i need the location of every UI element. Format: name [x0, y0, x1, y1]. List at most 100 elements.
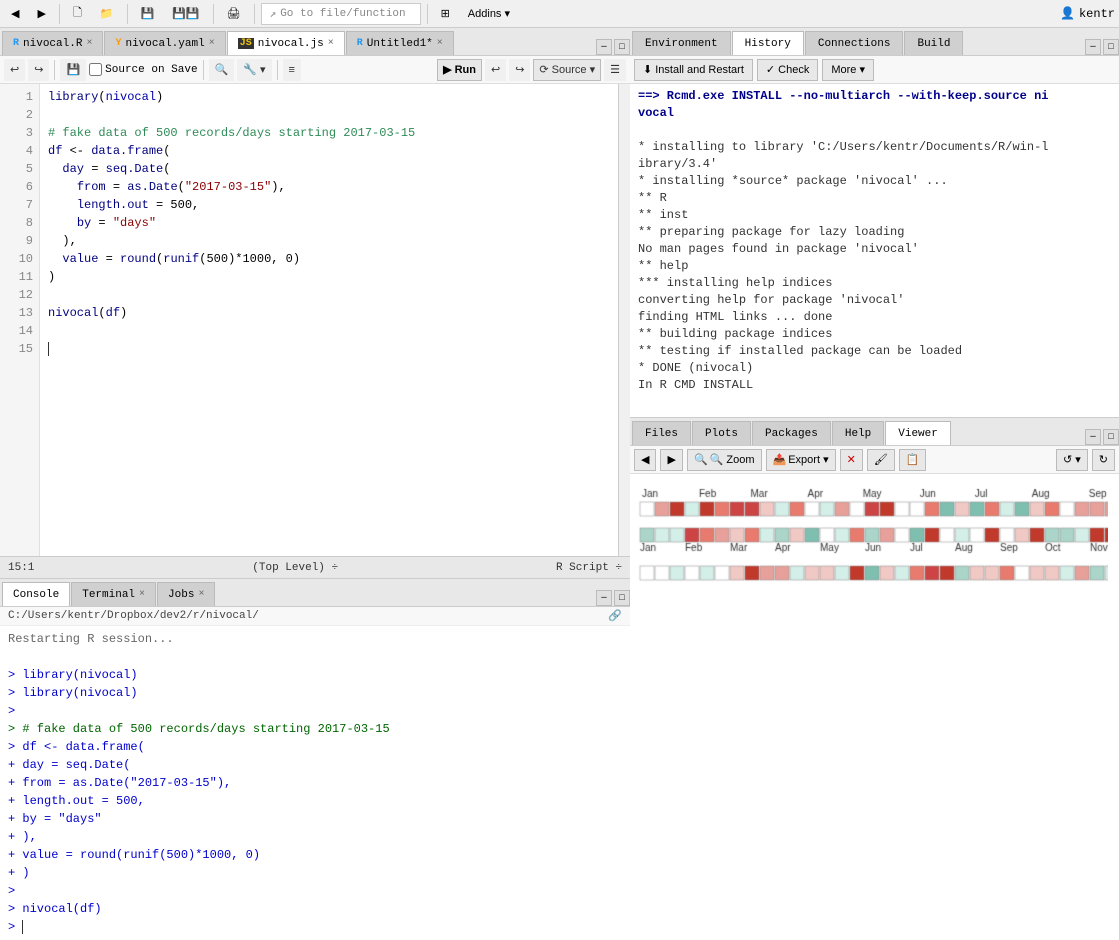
redo-btn[interactable]: ↪: [28, 59, 49, 81]
tab-files[interactable]: Files: [632, 421, 691, 445]
js-icon: JS: [238, 38, 254, 49]
tab-nivocal-js[interactable]: JS nivocal.js ×: [227, 31, 345, 55]
tab-untitled[interactable]: R Untitled1* ×: [346, 31, 454, 55]
tab-nivocal-yaml[interactable]: Y nivocal.yaml ×: [104, 31, 225, 55]
minimize-editor-btn[interactable]: ─: [596, 39, 612, 55]
console-line-6: + day = seq.Date(: [8, 756, 622, 774]
scope-indicator[interactable]: (Top Level) ÷: [252, 562, 338, 574]
maximize-viewer-btn[interactable]: □: [1103, 429, 1119, 445]
tab-connections[interactable]: Connections: [805, 31, 904, 55]
go-to-file-input[interactable]: ↗ Go to file/function: [261, 3, 421, 25]
file-type-indicator[interactable]: R Script ÷: [556, 562, 622, 574]
console-line-7: + from = as.Date("2017-03-15"),: [8, 774, 622, 792]
line-num-4: 4: [0, 142, 33, 160]
print-btn[interactable]: 🖨: [220, 3, 248, 25]
source-on-save-checkbox[interactable]: [89, 63, 102, 76]
tab-nivocal-r[interactable]: R nivocal.R ×: [2, 31, 103, 55]
copy-path-icon[interactable]: 🔗: [608, 609, 622, 623]
close-tab-btn[interactable]: ×: [328, 38, 334, 49]
install-cmd-line: ==> Rcmd.exe INSTALL --no-multiarch --wi…: [638, 88, 1111, 105]
close-terminal-btn[interactable]: ×: [139, 589, 145, 600]
save-editor-btn[interactable]: 💾: [60, 59, 86, 81]
user-icon: 👤: [1060, 6, 1075, 21]
install-line-9: *** installing help indices: [638, 275, 1111, 292]
files-tab-label: Files: [645, 428, 678, 440]
help-tab-label: Help: [845, 428, 871, 440]
scrollbar-v[interactable]: [618, 84, 630, 556]
export-btn[interactable]: 📤 Export ▾: [766, 449, 836, 471]
line-num-3: 3: [0, 124, 33, 142]
more-label: More ▾: [831, 63, 865, 76]
options-btn[interactable]: ☰: [604, 59, 626, 81]
back-viewer-btn[interactable]: ◀: [634, 449, 656, 471]
console-tab-bar: Console Terminal × Jobs × ─ □: [0, 579, 630, 607]
separator-1: [59, 4, 60, 24]
check-btn[interactable]: ✓ Check: [757, 59, 818, 81]
tab-label: nivocal.js: [258, 38, 324, 50]
new-file-btn[interactable]: 🗋: [66, 3, 89, 25]
forward-viewer-btn[interactable]: ▶: [660, 449, 682, 471]
sep: [203, 60, 204, 80]
clear-viewer-btn[interactable]: ✕: [840, 449, 863, 471]
install-line-13: ** testing if installed package can be l…: [638, 343, 1111, 360]
separator-2: [127, 4, 128, 24]
back-btn[interactable]: ◀: [4, 3, 26, 25]
copy-viewer-btn[interactable]: 📋: [899, 449, 927, 471]
check-label: ✓ Check: [766, 63, 809, 76]
addins-btn[interactable]: Addins ▾: [461, 3, 517, 25]
minimize-console-btn[interactable]: ─: [596, 590, 612, 606]
source-on-save-label[interactable]: Source on Save: [89, 63, 197, 76]
line-numbers: 1 2 3 4 5 6 7 8 9 10 11 12 13 14: [0, 84, 40, 556]
minimize-right-top-btn[interactable]: ─: [1085, 39, 1101, 55]
tab-console[interactable]: Console: [2, 582, 70, 606]
install-line-15: In R CMD INSTALL: [638, 377, 1111, 394]
refresh-btn[interactable]: ↺ ▾: [1056, 449, 1088, 471]
maximize-right-top-btn[interactable]: □: [1103, 39, 1119, 55]
more-btn[interactable]: More ▾: [822, 59, 874, 81]
layout-btn[interactable]: ⊞: [434, 3, 457, 25]
tab-history[interactable]: History: [732, 31, 804, 55]
minimize-viewer-btn[interactable]: ─: [1085, 429, 1101, 445]
tools-btn[interactable]: 🔧 ▾: [237, 59, 271, 81]
close-jobs-btn[interactable]: ×: [198, 589, 204, 600]
tab-terminal[interactable]: Terminal ×: [71, 582, 156, 606]
maximize-console-btn[interactable]: □: [614, 590, 630, 606]
tab-jobs[interactable]: Jobs ×: [157, 582, 215, 606]
r-icon: R: [357, 38, 363, 49]
code-content[interactable]: library(nivocal) # fake data of 500 reco…: [40, 84, 630, 556]
tab-build[interactable]: Build: [904, 31, 963, 55]
tab-plots[interactable]: Plots: [692, 421, 751, 445]
save-btn[interactable]: 💾: [134, 3, 162, 25]
left-half: R nivocal.R × Y nivocal.yaml × JS nivoca…: [0, 28, 630, 940]
zoom-btn[interactable]: 🔍 🔍 Zoom: [687, 449, 762, 471]
save-all-btn[interactable]: 💾💾: [165, 3, 206, 25]
tab-environment[interactable]: Environment: [632, 31, 731, 55]
maximize-editor-btn[interactable]: □: [614, 39, 630, 55]
code-editor[interactable]: 1 2 3 4 5 6 7 8 9 10 11 12 13 14: [0, 84, 630, 556]
status-bar: 15:1 (Top Level) ÷ R Script ÷: [0, 556, 630, 578]
close-tab-btn[interactable]: ×: [437, 38, 443, 49]
brush-btn[interactable]: 🖌: [867, 449, 895, 471]
lines-btn[interactable]: ≡: [283, 59, 301, 81]
close-tab-btn[interactable]: ×: [209, 38, 215, 49]
source-btn[interactable]: ⟳ Source ▾: [533, 59, 601, 81]
tab-packages[interactable]: Packages: [752, 421, 831, 445]
install-restart-btn[interactable]: ⬇ Install and Restart: [634, 59, 753, 81]
nav-fwd-btn[interactable]: ↪: [509, 59, 530, 81]
console-output-area[interactable]: Restarting R session... > library(nivoca…: [0, 626, 630, 940]
search-btn[interactable]: 🔍: [209, 59, 235, 81]
reload-btn[interactable]: ↻: [1092, 449, 1115, 471]
tab-viewer[interactable]: Viewer: [885, 421, 951, 445]
heatmap-canvas: [638, 482, 1108, 782]
undo-btn[interactable]: ↩: [4, 59, 25, 81]
forward-btn[interactable]: ▶: [30, 3, 52, 25]
open-file-btn[interactable]: 📁: [93, 3, 121, 25]
line-num-8: 8: [0, 214, 33, 232]
close-tab-btn[interactable]: ×: [86, 38, 92, 49]
tab-help[interactable]: Help: [832, 421, 884, 445]
nav-back-btn[interactable]: ↩: [485, 59, 506, 81]
r-icon: R: [13, 38, 19, 49]
zoom-label: 🔍 Zoom: [710, 453, 755, 466]
run-btn[interactable]: ▶ Run: [437, 59, 482, 81]
console-line-12: + ): [8, 864, 622, 882]
